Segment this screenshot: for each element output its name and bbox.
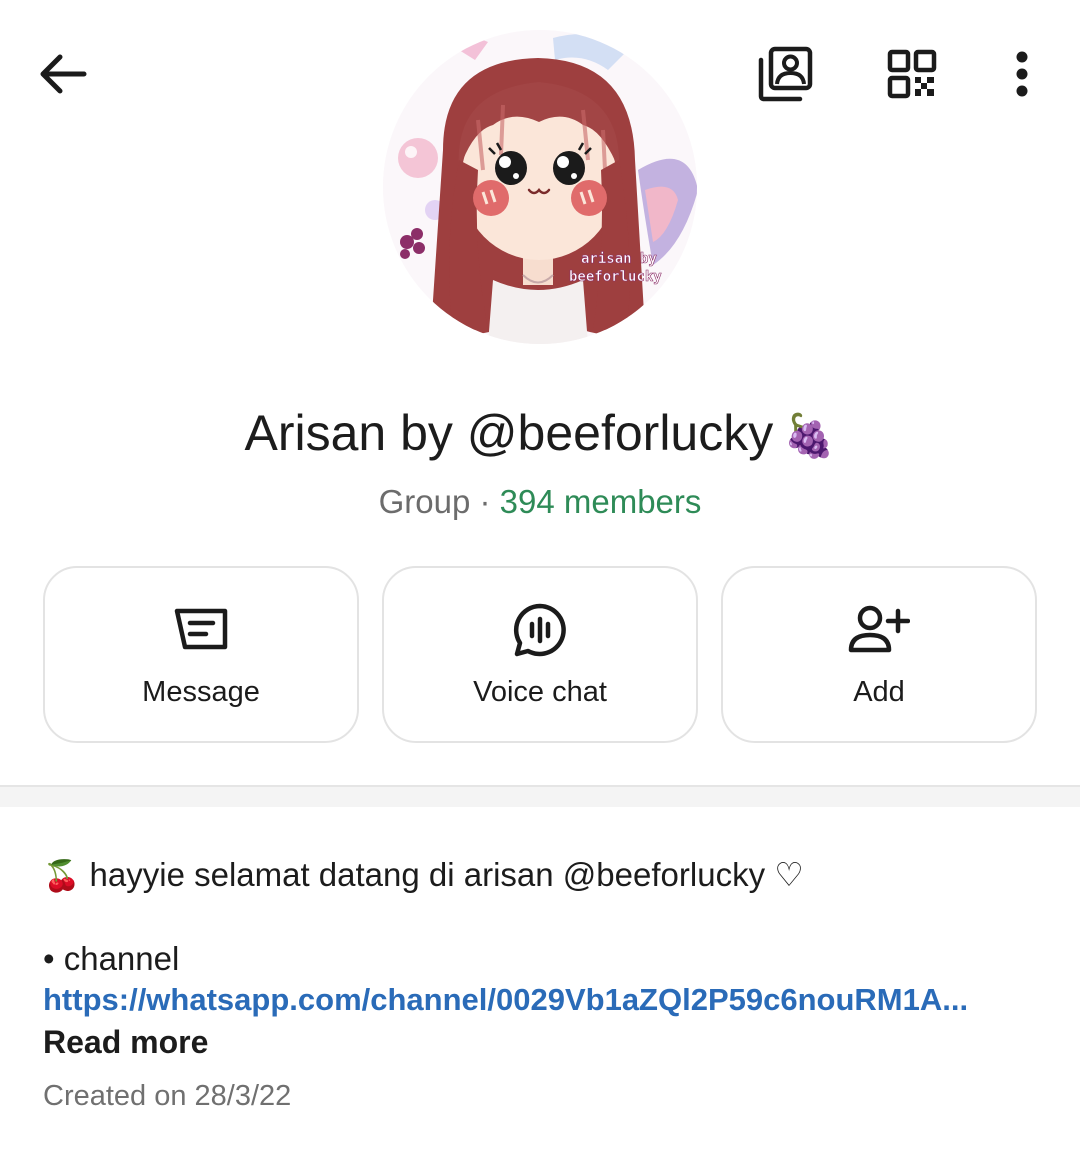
top-bar: arisan by beeforlucky xyxy=(0,0,1080,344)
qr-code-icon xyxy=(887,49,937,99)
message-button[interactable]: Message xyxy=(43,566,359,743)
media-gallery-button[interactable] xyxy=(750,40,820,108)
section-divider xyxy=(0,785,1080,807)
more-options-button[interactable] xyxy=(1000,40,1044,108)
avatar-illustration: arisan by beeforlucky xyxy=(383,30,697,344)
back-button[interactable] xyxy=(30,44,96,104)
add-label: Add xyxy=(853,676,905,708)
voice-chat-label: Voice chat xyxy=(473,676,607,708)
group-type: Group xyxy=(378,483,471,520)
description-welcome-text: hayyie selamat datang di arisan @beeforl… xyxy=(89,856,804,893)
add-person-icon xyxy=(848,605,910,653)
group-name: Arisan by @beeforlucky 🍇 xyxy=(0,400,1080,469)
subtitle-separator: · xyxy=(470,483,500,520)
group-description[interactable]: 🍒 hayyie selamat datang di arisan @beefo… xyxy=(43,854,1043,1064)
description-line-1: 🍒 hayyie selamat datang di arisan @beefo… xyxy=(43,854,1043,898)
message-label: Message xyxy=(142,676,260,708)
member-count-link[interactable]: 394 members xyxy=(500,483,702,520)
arrow-left-icon xyxy=(40,54,87,94)
cherry-emoji: 🍒 xyxy=(43,859,81,894)
qr-code-button[interactable] xyxy=(878,40,946,108)
media-gallery-icon xyxy=(758,46,813,102)
avatar-watermark-line1: arisan by xyxy=(581,251,657,267)
group-subtitle: Group · 394 members xyxy=(0,480,1080,524)
channel-link[interactable]: https://whatsapp.com/channel/0029Vb1aZQl… xyxy=(43,980,1038,1020)
description-line-2: • channel xyxy=(43,940,180,977)
created-date: Created on 28/3/22 xyxy=(43,1080,292,1112)
action-buttons: Message Voice chat Add xyxy=(43,566,1037,744)
grapes-emoji: 🍇 xyxy=(783,411,836,460)
avatar-watermark-line2: beeforlucky xyxy=(569,269,662,285)
group-avatar[interactable]: arisan by beeforlucky xyxy=(383,30,697,344)
voice-chat-icon xyxy=(513,603,566,657)
add-button[interactable]: Add xyxy=(721,566,1037,743)
group-name-text: Arisan by @beeforlucky xyxy=(244,405,774,461)
voice-chat-button[interactable]: Voice chat xyxy=(382,566,698,743)
more-vertical-icon xyxy=(1016,51,1028,97)
message-icon xyxy=(174,608,228,650)
read-more-link[interactable]: Read more xyxy=(43,1020,1043,1064)
